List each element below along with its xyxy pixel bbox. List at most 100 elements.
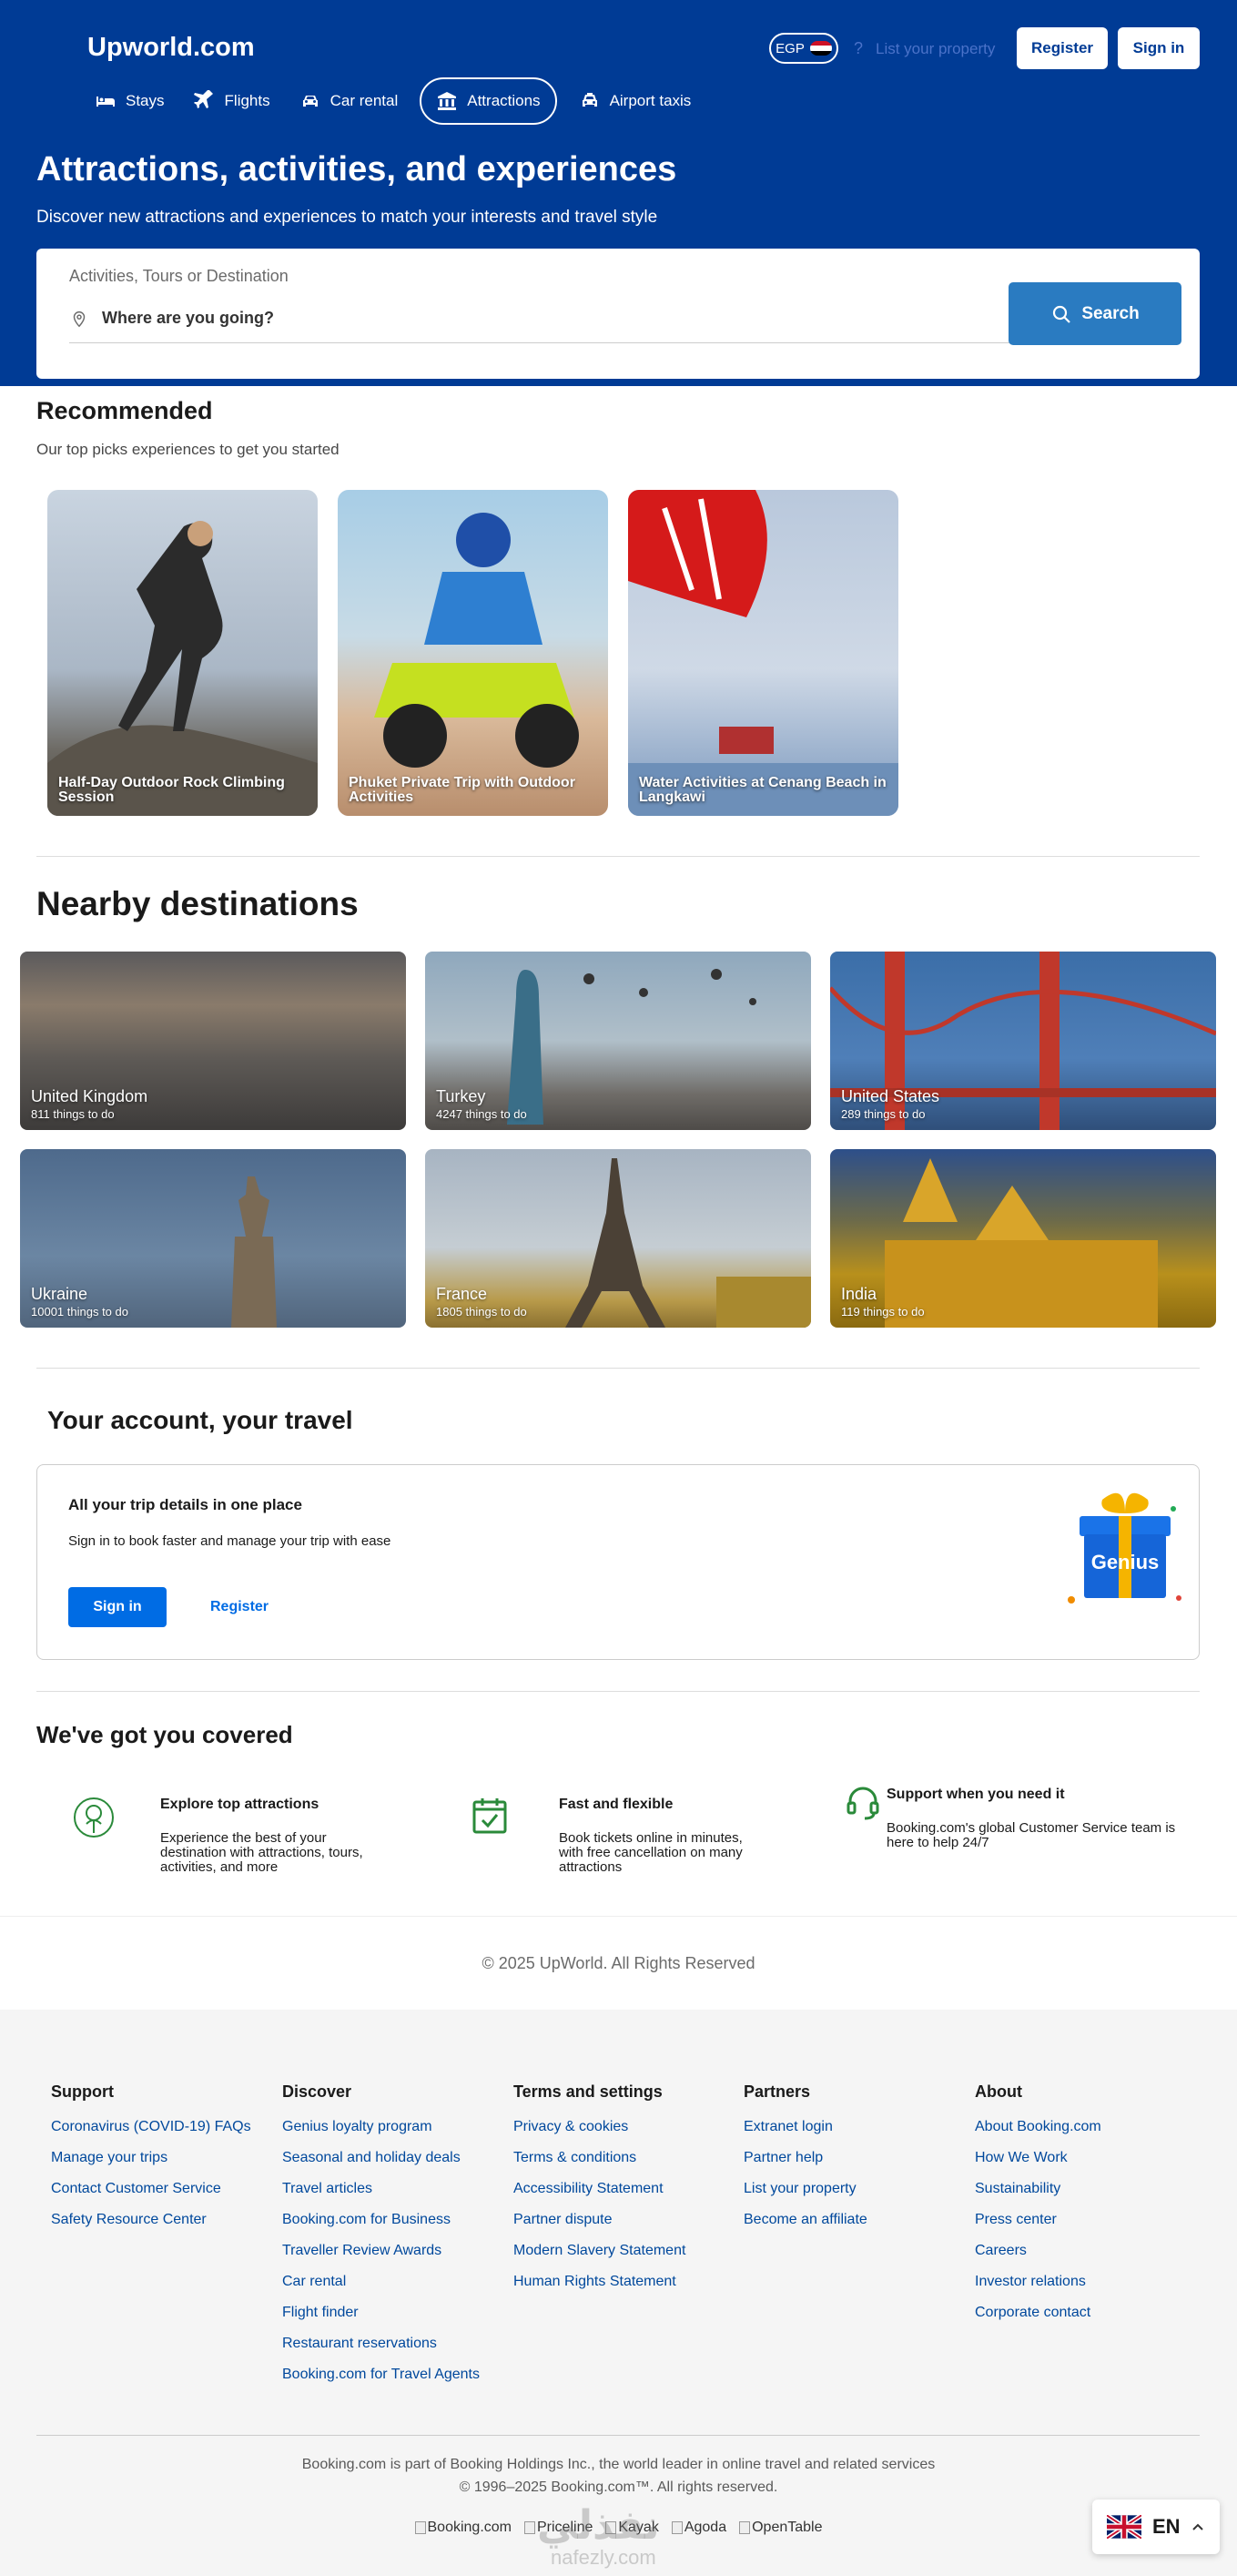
footer-link[interactable]: Travel articles — [282, 2180, 480, 2198]
bed-icon — [96, 97, 115, 107]
destination-card[interactable]: Ukraine 10001 things to do — [20, 1149, 406, 1328]
destination-card[interactable]: India 119 things to do — [830, 1149, 1216, 1328]
register-button[interactable]: Register — [1017, 27, 1108, 69]
footer-link[interactable]: Corporate contact — [975, 2304, 1101, 2322]
footer-link[interactable]: Terms & conditions — [513, 2149, 685, 2167]
footer-column-title: About — [975, 2082, 1022, 2101]
covered-title: We've got you covered — [36, 1721, 293, 1748]
logo[interactable]: Upworld.com — [87, 33, 255, 63]
footer-link[interactable]: Car rental — [282, 2273, 480, 2291]
covered-item: Explore top attractions Experience the b… — [160, 1797, 370, 1875]
footer-link[interactable]: Sustainability — [975, 2180, 1101, 2198]
nav-car-rental[interactable]: Car rental — [292, 77, 406, 125]
footer-link[interactable]: Extranet login — [744, 2118, 867, 2136]
account-heading: All your trip details in one place — [68, 1496, 302, 1513]
brand-logo[interactable]: OpenTable — [739, 2520, 822, 2536]
car-icon — [302, 96, 318, 107]
plane-icon — [193, 90, 213, 108]
footer-link[interactable]: How We Work — [975, 2149, 1101, 2167]
recommended-card[interactable]: Phuket Private Trip with Outdoor Activit… — [338, 490, 608, 816]
destination-card[interactable]: United States 289 things to do — [830, 952, 1216, 1130]
temple-image — [885, 1158, 1158, 1328]
covered-item: Support when you need it Booking.com's g… — [887, 1787, 1187, 1850]
footer-link[interactable]: Contact Customer Service — [51, 2180, 251, 2198]
recommended-title: Recommended — [36, 397, 213, 424]
destination-name: Turkey — [436, 1087, 486, 1105]
destination-name: United Kingdom — [31, 1087, 148, 1105]
footer-link[interactable]: Privacy & cookies — [513, 2118, 685, 2136]
footer-link[interactable]: Human Rights Statement — [513, 2273, 685, 2291]
destination-name: United States — [841, 1087, 940, 1105]
currency-code: EGP — [776, 40, 805, 56]
destination-card[interactable]: Turkey 4247 things to do — [425, 952, 811, 1130]
footer-link[interactable]: Modern Slavery Statement — [513, 2242, 685, 2260]
brand-logo[interactable]: Agoda — [671, 2520, 726, 2536]
recommended-card[interactable]: Half-Day Outdoor Rock Climbing Session — [47, 490, 318, 816]
footer-column-partners: Partners Extranet login Partner help Lis… — [744, 2082, 867, 2242]
nav-label: Stays — [126, 92, 165, 109]
footer: Support Coronavirus (COVID-19) FAQs Mana… — [0, 2010, 1237, 2576]
footer-link[interactable]: Genius loyalty program — [282, 2118, 480, 2136]
list-property-link[interactable]: List your property — [876, 40, 995, 58]
footer-link[interactable]: Partner help — [744, 2149, 867, 2167]
destination-card[interactable]: France 1805 things to do — [425, 1149, 811, 1328]
destination-count: 811 things to do — [31, 1107, 115, 1121]
currency-selector[interactable]: EGP — [769, 33, 838, 64]
covered-item-text: Experience the best of your destination … — [160, 1830, 363, 1875]
rock-climber-image — [47, 521, 318, 816]
footer-link[interactable]: Flight finder — [282, 2304, 480, 2322]
covered-item-text: Booking.com's global Customer Service te… — [887, 1820, 1176, 1850]
footer-link[interactable]: Careers — [975, 2242, 1101, 2260]
nav-flights[interactable]: Flights — [187, 77, 278, 125]
footer-link[interactable]: Manage your trips — [51, 2149, 251, 2167]
footer-link[interactable]: Traveller Review Awards — [282, 2242, 480, 2260]
footer-link[interactable]: Press center — [975, 2211, 1101, 2229]
destination-name: Ukraine — [31, 1285, 88, 1303]
destination-card[interactable]: United Kingdom 811 things to do — [20, 952, 406, 1130]
brand-logo[interactable]: Booking.com — [414, 2520, 512, 2536]
search-field[interactable] — [69, 294, 1012, 343]
footer-column-discover: Discover Genius loyalty program Seasonal… — [282, 2082, 480, 2397]
attraction-badge-icon — [74, 1797, 114, 1838]
footer-link[interactable]: List your property — [744, 2180, 867, 2198]
destination-count: 10001 things to do — [31, 1305, 128, 1319]
search-button[interactable]: Search — [1009, 282, 1181, 345]
language-selector[interactable]: EN — [1092, 2500, 1220, 2554]
page-title: Attractions, activities, and experiences — [36, 150, 677, 188]
footer-column-title: Discover — [282, 2082, 352, 2101]
footer-link[interactable]: About Booking.com — [975, 2118, 1101, 2136]
account-register-link[interactable]: Register — [210, 1599, 269, 1615]
account-title: Your account, your travel — [47, 1406, 353, 1434]
sign-in-button[interactable]: Sign in — [1118, 27, 1200, 69]
footer-link[interactable]: Accessibility Statement — [513, 2180, 685, 2198]
footer-link[interactable]: Safety Resource Center — [51, 2211, 251, 2229]
footer-link[interactable]: Restaurant reservations — [282, 2335, 480, 2353]
egypt-flag-icon — [809, 41, 832, 56]
destination-count: 1805 things to do — [436, 1305, 527, 1319]
nav-label: Attractions — [467, 92, 541, 109]
nav-stays[interactable]: Stays — [87, 77, 172, 125]
footer-link[interactable]: Partner dispute — [513, 2211, 685, 2229]
footer-link[interactable]: Investor relations — [975, 2273, 1101, 2291]
watermark-arabic: نفذلي — [537, 2503, 660, 2548]
footer-link[interactable]: Become an affiliate — [744, 2211, 867, 2229]
footer-link[interactable]: Coronavirus (COVID-19) FAQs — [51, 2118, 251, 2136]
footer-column-about: About About Booking.com How We Work Sust… — [975, 2082, 1101, 2335]
rights-text: © 1996–2025 Booking.com™. All rights res… — [459, 2479, 778, 2495]
attractions-icon — [438, 92, 457, 110]
footer-link[interactable]: Booking.com for Travel Agents — [282, 2366, 480, 2384]
footer-link[interactable]: Booking.com for Business — [282, 2211, 480, 2229]
gift-box-icon — [1068, 1492, 1181, 1604]
footer-link[interactable]: Seasonal and holiday deals — [282, 2149, 480, 2167]
account-sign-in-button[interactable]: Sign in — [68, 1587, 167, 1627]
account-card: All your trip details in one place Sign … — [36, 1464, 1200, 1660]
search-input[interactable] — [102, 309, 921, 328]
broken-image-icon — [414, 2521, 426, 2534]
nav-airport-taxis[interactable]: Airport taxis — [572, 77, 699, 125]
help-icon[interactable]: ? — [854, 39, 863, 58]
search-box: Activities, Tours or Destination Search — [36, 249, 1200, 379]
recommended-card[interactable]: Water Activities at Cenang Beach in Lang… — [628, 490, 898, 816]
destination-name: France — [436, 1285, 488, 1303]
broken-image-icon — [524, 2521, 535, 2534]
nav-attractions[interactable]: Attractions — [420, 77, 557, 125]
